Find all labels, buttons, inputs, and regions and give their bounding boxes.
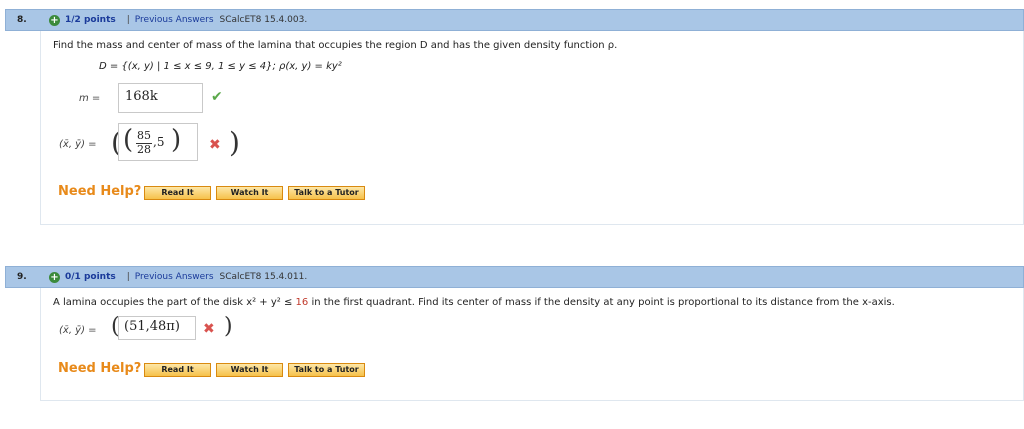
need-help-label: Need Help? (58, 184, 142, 199)
points-label: 0/1 points (65, 272, 116, 282)
question-statement: Find the mass and center of mass of the … (53, 40, 618, 51)
separator: | (126, 272, 130, 282)
need-help-label: Need Help? (58, 361, 142, 376)
close-paren: ) (224, 314, 233, 339)
incorrect-x-icon: ✖ (209, 137, 221, 153)
talk-to-tutor-button[interactable]: Talk to a Tutor (288, 363, 365, 377)
question-9-body: A lamina occupies the part of the disk x… (40, 288, 1024, 401)
fraction-numerator: 85 (137, 129, 151, 142)
question-number: 9. (17, 272, 27, 282)
fraction-denominator: 28 (137, 143, 151, 156)
question-reference: SCalcET8 15.4.011. (219, 272, 308, 282)
talk-to-tutor-button[interactable]: Talk to a Tutor (288, 186, 365, 200)
points-label: 1/2 points (65, 15, 116, 25)
question-9: 9. + 0/1 points | Previous Answers SCalc… (5, 266, 1024, 401)
region-definition: D = {(x, y) | 1 ≤ x ≤ 9, 1 ≤ y ≤ 4}; ρ(x… (99, 61, 342, 72)
question-9-header: 9. + 0/1 points | Previous Answers SCalc… (5, 266, 1024, 288)
read-it-button[interactable]: Read It (144, 363, 211, 377)
watch-it-button[interactable]: Watch It (216, 186, 283, 200)
statement-pre: A lamina occupies the part of the disk x… (53, 297, 296, 308)
mass-label: m = (79, 93, 101, 104)
center-of-mass-label: (x̄, ȳ) = (59, 325, 97, 336)
inner-open-paren: ( (123, 125, 134, 155)
statement-number: 16 (295, 297, 309, 308)
previous-answers-link[interactable]: Previous Answers (135, 272, 214, 282)
plus-icon[interactable]: + (49, 271, 60, 283)
previous-answers-link[interactable]: Previous Answers (135, 15, 214, 25)
center-of-mass-label: (x̄, ȳ) = (59, 139, 97, 150)
question-statement: A lamina occupies the part of the disk x… (53, 297, 895, 308)
watch-it-button[interactable]: Watch It (216, 363, 283, 377)
checkmark-icon: ✔ (211, 89, 223, 105)
center-of-mass-answer-box[interactable]: (51,48π) (118, 316, 196, 340)
mass-answer-box[interactable]: 168k (118, 83, 203, 113)
question-8-body: Find the mass and center of mass of the … (40, 31, 1024, 225)
plus-icon[interactable]: + (49, 14, 60, 26)
question-number: 8. (17, 15, 27, 25)
incorrect-x-icon: ✖ (203, 321, 215, 337)
second-coordinate: ,5 (153, 135, 165, 149)
inner-close-paren: ) (171, 125, 182, 155)
close-paren: ) (229, 126, 240, 159)
question-8: 8. + 1/2 points | Previous Answers SCalc… (5, 9, 1024, 225)
question-reference: SCalcET8 15.4.003. (219, 15, 308, 25)
question-8-header: 8. + 1/2 points | Previous Answers SCalc… (5, 9, 1024, 31)
statement-post: in the first quadrant. Find its center o… (308, 297, 895, 308)
read-it-button[interactable]: Read It (144, 186, 211, 200)
separator: | (126, 15, 130, 25)
center-of-mass-answer-box[interactable]: ( 85 28 ,5 ) (118, 123, 198, 161)
